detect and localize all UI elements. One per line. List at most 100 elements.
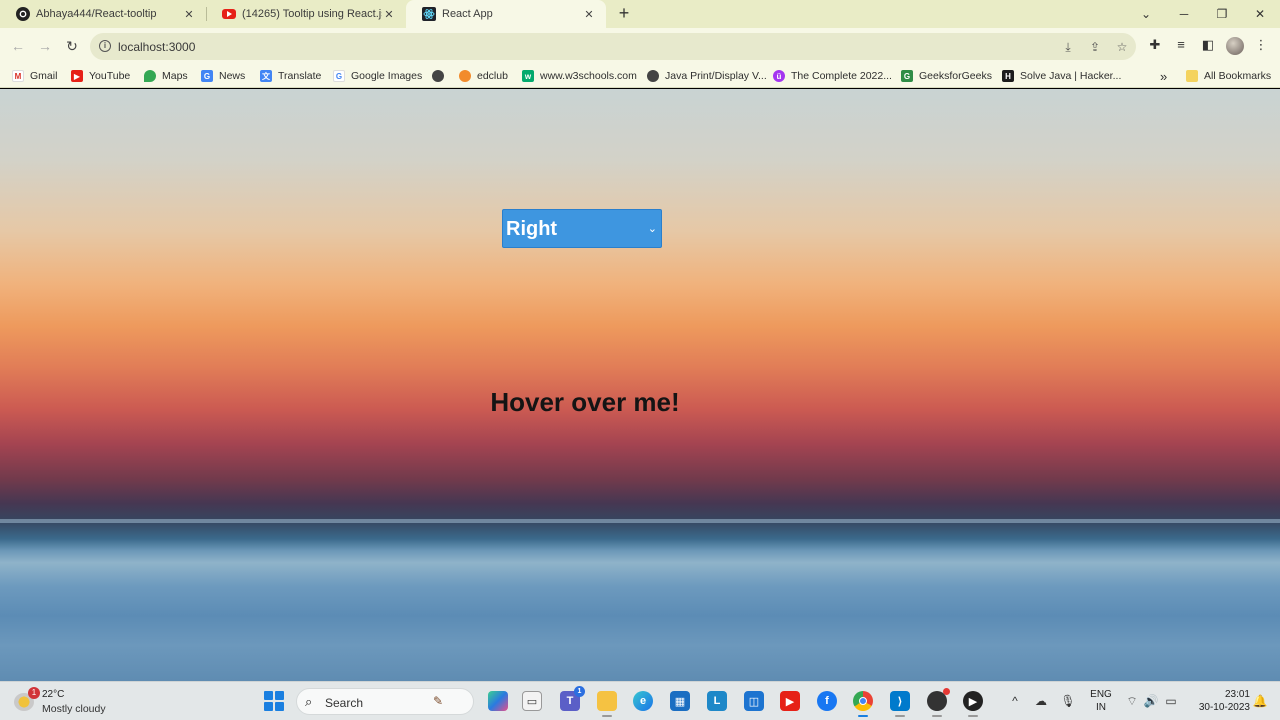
back-icon[interactable]: ←: [8, 36, 28, 56]
taskbar: 1 22°C Mostly cloudy ⌕ Search ✎ ▭ T 1 e …: [0, 681, 1280, 720]
chevron-down-icon: ⌄: [647, 223, 657, 235]
install-app-icon[interactable]: ⤓: [1060, 39, 1076, 55]
bookmark-translate[interactable]: 文 Translate: [260, 68, 321, 84]
bookmark-label: YouTube: [89, 70, 131, 82]
task-view-icon[interactable]: ▭: [522, 691, 542, 711]
bookmark-edclub[interactable]: edclub: [459, 68, 508, 84]
bookmark-label: Translate: [278, 70, 322, 82]
bookmark-w3schools[interactable]: w www.w3schools.com: [522, 68, 637, 84]
all-bookmarks-button[interactable]: All Bookmarks: [1186, 68, 1271, 84]
onedrive-icon[interactable]: ☁: [1033, 691, 1049, 711]
close-tab-icon[interactable]: ✕: [582, 8, 596, 21]
vscode-icon[interactable]: ⟩: [890, 691, 910, 717]
bookmark-star-icon[interactable]: ☆: [1114, 39, 1130, 55]
tray-overflow-icon[interactable]: ^: [1007, 691, 1023, 711]
geeksforgeeks-icon: G: [901, 70, 913, 82]
battery-icon[interactable]: ▭: [1163, 691, 1179, 711]
menu-icon[interactable]: ⋮: [1252, 36, 1270, 54]
bookmark-youtube[interactable]: ▶ YouTube: [71, 68, 130, 84]
close-window-icon[interactable]: ✕: [1249, 4, 1271, 24]
bookmark-label: News: [219, 70, 246, 82]
bookmark-geeksforgeeks[interactable]: G GeeksforGeeks: [901, 68, 992, 84]
close-tab-icon[interactable]: ✕: [182, 8, 196, 21]
youtube-icon: ▶: [71, 70, 83, 82]
horizon-haze: [0, 519, 1280, 523]
folder-icon: [1186, 70, 1198, 82]
windows-start-icon[interactable]: [264, 691, 284, 711]
volume-icon[interactable]: 🔊: [1143, 691, 1159, 711]
url-text: localhost:3000: [118, 40, 196, 54]
bookmark-java-print[interactable]: Java Print/Display V...: [647, 68, 767, 84]
microphone-icon[interactable]: 🎙: [1060, 691, 1076, 711]
app-l-icon[interactable]: L: [707, 691, 727, 711]
news-icon: G: [201, 70, 213, 82]
notifications-icon[interactable]: 🔔: [1252, 691, 1268, 711]
teams-badge: 1: [574, 686, 585, 697]
globe-icon: [432, 70, 444, 82]
weather-widget[interactable]: 1 22°C Mostly cloudy: [14, 687, 124, 717]
wifi-icon[interactable]: ⌔: [1124, 691, 1140, 711]
maps-icon: [144, 70, 156, 82]
position-select[interactable]: Right ⌄: [502, 209, 662, 248]
restore-icon[interactable]: ❐: [1211, 4, 1233, 24]
search-highlight-icon: ✎: [433, 694, 444, 708]
bookmarks-overflow-button[interactable]: »: [1160, 68, 1167, 84]
profile-avatar[interactable]: [1226, 37, 1244, 55]
minimize-icon[interactable]: ─: [1173, 4, 1195, 24]
bookmark-globe[interactable]: [432, 68, 450, 84]
reload-icon[interactable]: ↻: [62, 36, 82, 56]
page-viewport: Right ⌄ Hover over me!: [0, 89, 1280, 681]
edge-icon[interactable]: e: [633, 691, 653, 711]
media-player-icon[interactable]: ▶: [963, 691, 983, 717]
edclub-icon: [459, 70, 471, 82]
hover-target-text[interactable]: Hover over me!: [0, 387, 1170, 418]
youtube-app-icon[interactable]: ▶: [780, 691, 800, 711]
tab-search-chevron-icon[interactable]: ⌄: [1135, 4, 1157, 24]
bookmark-google-images[interactable]: G Google Images: [333, 68, 422, 84]
address-bar[interactable]: i localhost:3000 ⤓ ⇪ ☆: [90, 33, 1136, 60]
bookmark-complete-2022[interactable]: ü The Complete 2022...: [773, 68, 892, 84]
app-dark-icon[interactable]: [927, 688, 950, 717]
tab-github[interactable]: Abhaya444/React-tooltip ✕: [0, 0, 206, 28]
facebook-icon[interactable]: f: [817, 691, 837, 711]
bookmark-label: All Bookmarks: [1204, 70, 1272, 82]
bookmark-label: www.w3schools.com: [540, 70, 637, 82]
forward-icon[interactable]: →: [35, 36, 55, 56]
site-info-icon[interactable]: i: [99, 40, 111, 52]
bookmark-gmail[interactable]: M Gmail: [12, 68, 57, 84]
app-blue-icon[interactable]: ◫: [744, 691, 764, 711]
translate-icon: 文: [260, 70, 272, 82]
copilot-icon[interactable]: [488, 691, 508, 711]
bookmark-label: Gmail: [30, 70, 58, 82]
side-panel-icon[interactable]: ◧: [1199, 36, 1217, 54]
weather-temp: 22°C: [42, 689, 65, 700]
bookmark-news[interactable]: G News: [201, 68, 245, 84]
tab-react-app[interactable]: React App ✕: [406, 0, 606, 28]
gmail-icon: M: [12, 70, 24, 82]
reading-list-icon[interactable]: ≡: [1172, 36, 1190, 54]
extensions-icon[interactable]: ✚: [1146, 36, 1164, 54]
taskbar-search[interactable]: ⌕ Search ✎: [296, 688, 474, 715]
region-code: IN: [1096, 702, 1106, 713]
bookmark-label: GeeksforGeeks: [919, 70, 992, 82]
tab-youtube[interactable]: (14265) Tooltip using React.js by ✕: [206, 0, 406, 28]
teams-icon[interactable]: T 1: [560, 686, 585, 711]
microsoft-store-icon[interactable]: ▦: [670, 691, 690, 711]
search-label: Search: [325, 696, 364, 710]
youtube-icon: [222, 9, 236, 19]
language-indicator[interactable]: ENG IN: [1088, 688, 1114, 714]
bookmark-label: The Complete 2022...: [791, 70, 892, 82]
file-explorer-icon[interactable]: [597, 691, 617, 717]
bookmark-label: Solve Java | Hacker...: [1020, 70, 1122, 82]
chrome-icon[interactable]: [853, 691, 873, 717]
new-tab-button[interactable]: +: [614, 4, 634, 24]
clock[interactable]: 23:01 30-10-2023: [1186, 688, 1250, 714]
close-tab-icon[interactable]: ✕: [382, 8, 396, 21]
search-icon: ⌕: [305, 694, 313, 709]
bookmark-maps[interactable]: Maps: [144, 68, 188, 84]
bookmark-hackerrank[interactable]: H Solve Java | Hacker...: [1002, 68, 1121, 84]
tab-title: Abhaya444/React-tooltip: [36, 8, 157, 20]
tab-title: React App: [442, 8, 493, 20]
bookmarks-bar: M Gmail ▶ YouTube Maps G News 文 Translat…: [0, 64, 1280, 88]
share-icon[interactable]: ⇪: [1087, 39, 1103, 55]
